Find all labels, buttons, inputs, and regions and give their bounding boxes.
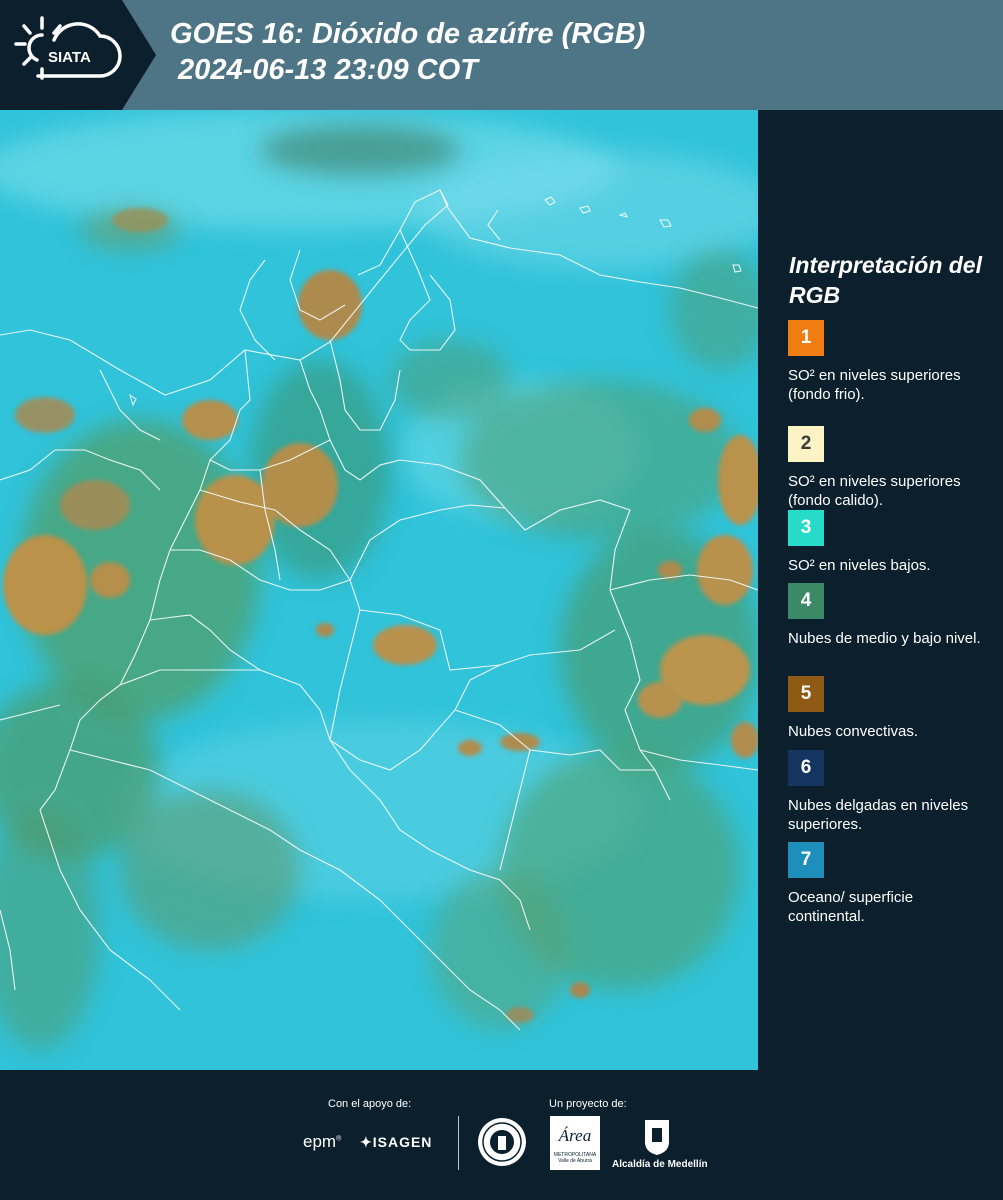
legend-label: Oceano/ superficie continental.	[788, 889, 914, 925]
legend-item-3: 3 SO² en niveles bajos.	[788, 510, 988, 575]
legend-item-1: 1 SO² en niveles superiores (fondo frio).	[788, 320, 988, 404]
page-title: GOES 16: Dióxido de azúfre (RGB) 2024-06…	[170, 16, 645, 88]
legend-swatch: 2	[788, 426, 824, 462]
isagen-logo: ✦ISAGEN	[360, 1134, 432, 1151]
legend-label: Nubes convectivas.	[788, 723, 919, 740]
legend-item-6: 6 Nubes delgadas en niveles superiores.	[788, 750, 988, 834]
area-metropolitana-logo: Área METROPOLITANA Valle de Aburrá	[550, 1116, 600, 1170]
legend-label: SO² en niveles superiores (fondo frio).	[788, 367, 961, 403]
legend-swatch: 6	[788, 750, 824, 786]
legend-item-2: 2 SO² en niveles superiores (fondo calido…	[788, 426, 988, 510]
legend-item-4: 4 Nubes de medio y bajo nivel.	[788, 583, 988, 648]
title-line-1: GOES 16: Dióxido de azúfre (RGB)	[170, 18, 646, 50]
legend-swatch: 7	[788, 842, 824, 878]
legend-label: SO² en niveles superiores (fondo calido)…	[788, 473, 961, 509]
support-label: Con el apoyo de:	[328, 1098, 412, 1110]
footer-bar: Con el apoyo de: Un proyecto de: epm® ✦I…	[0, 1070, 1003, 1200]
satellite-map[interactable]	[0, 110, 758, 1070]
siata-logo-icon: SIATA	[14, 16, 122, 80]
legend-label: Nubes de medio y bajo nivel.	[788, 630, 981, 647]
legend-swatch: 4	[788, 583, 824, 619]
logo-text: SIATA	[48, 49, 91, 66]
legend-swatch: 5	[788, 676, 824, 712]
alcaldia-label: Alcaldía de Medellín	[612, 1159, 708, 1170]
legend-title: Interpretación del RGB	[789, 252, 982, 308]
legend-swatch: 1	[788, 320, 824, 356]
legend-item-7: 7 Oceano/ superficie continental.	[788, 842, 988, 926]
legend-panel: Interpretación del RGB 1 SO² en niveles s…	[760, 110, 1003, 1070]
epm-logo-text: epm	[303, 1132, 337, 1151]
header-bar: SIATA GOES 16: Dióxido de azúfre (RGB) 2…	[0, 0, 1003, 110]
legend-swatch: 3	[788, 510, 824, 546]
isagen-star-icon: ✦	[360, 1134, 373, 1150]
project-label: Un proyecto de:	[549, 1098, 627, 1110]
area-logo-title: Área	[558, 1126, 592, 1145]
so2-rgb-satellite-image	[0, 110, 758, 1070]
area-logo-caption: Valle de Aburrá	[558, 1158, 592, 1164]
legend-label: SO² en niveles bajos.	[788, 557, 931, 574]
legend-item-5: 5 Nubes convectivas.	[788, 676, 988, 741]
footer-divider	[458, 1116, 459, 1170]
legend-label: Nubes delgadas en niveles superiores.	[788, 797, 969, 833]
title-line-2: 2024-06-13 23:09 COT	[170, 54, 478, 86]
medellin-seal-icon	[478, 1118, 526, 1166]
isagen-logo-text: ISAGEN	[372, 1134, 433, 1150]
alcaldia-shield-icon	[645, 1120, 669, 1155]
epm-logo: epm®	[303, 1132, 342, 1151]
